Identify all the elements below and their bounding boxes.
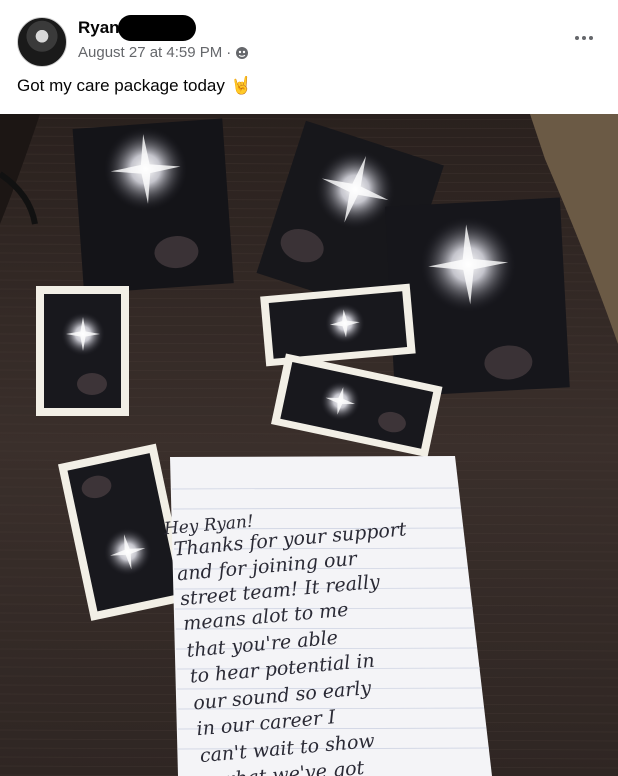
- album-card: [385, 197, 570, 397]
- photo-card: [36, 286, 129, 416]
- post-photo[interactable]: Hey Ryan! Thanks for your support and fo…: [0, 114, 618, 776]
- author-name[interactable]: Ryan: [78, 18, 120, 38]
- caption-text: Got my care package today: [17, 76, 225, 95]
- meta-separator: ·: [226, 44, 232, 61]
- redaction-bar: [117, 15, 196, 41]
- avatar[interactable]: [17, 17, 67, 67]
- globe-icon[interactable]: [235, 46, 249, 60]
- author-row: Ryan: [78, 14, 196, 42]
- photo-card: [260, 283, 416, 367]
- post-header: Ryan August 27 at 4:59 PM ·: [0, 0, 618, 75]
- handwritten-note: Hey Ryan! Thanks for your support and fo…: [162, 456, 492, 776]
- more-options-icon[interactable]: [566, 26, 602, 50]
- post-caption: Got my care package today 🤘: [17, 76, 252, 96]
- post-timestamp[interactable]: August 27 at 4:59 PM: [78, 44, 222, 61]
- album-card: [72, 118, 234, 294]
- rock-on-emoji-icon: 🤘: [230, 76, 253, 95]
- post-meta: August 27 at 4:59 PM ·: [78, 44, 249, 61]
